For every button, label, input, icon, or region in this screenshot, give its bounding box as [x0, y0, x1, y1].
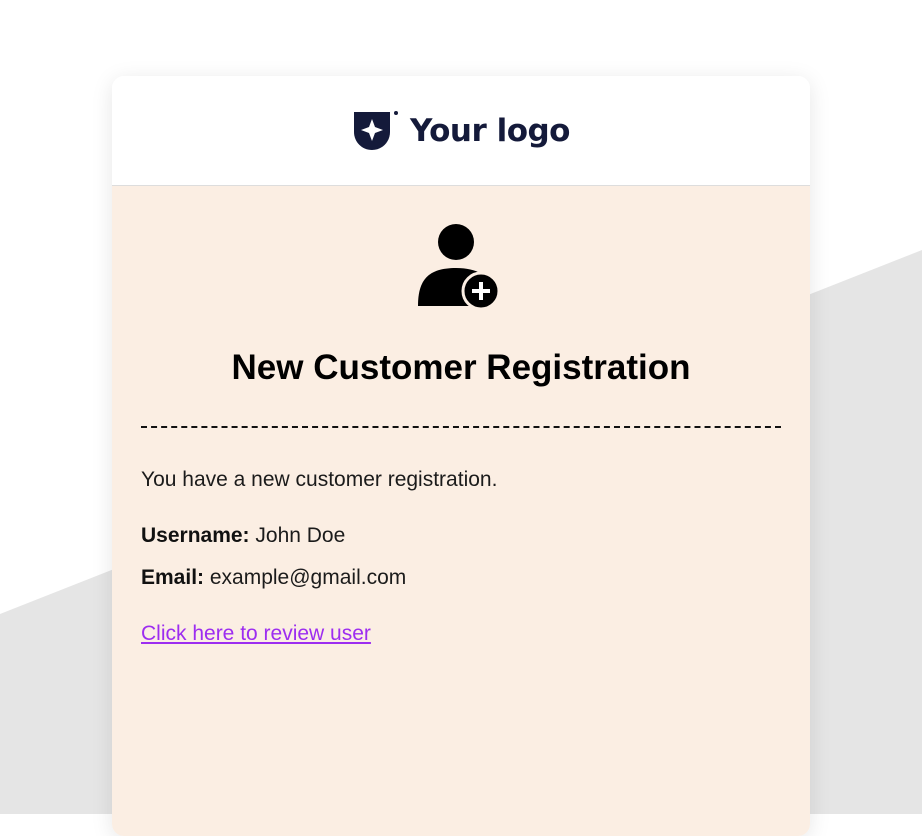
username-value: John Doe — [255, 524, 346, 547]
email-value: example@gmail.com — [209, 566, 407, 589]
email-body: New Customer Registration You have a new… — [112, 186, 810, 836]
email-title: New Customer Registration — [231, 348, 691, 387]
user-add-icon — [418, 224, 501, 311]
email-header: Your logo — [112, 76, 810, 186]
dashed-divider — [141, 426, 781, 428]
logo-text: Your logo — [410, 112, 570, 149]
username-label: Username: — [141, 524, 256, 547]
email-label: Email: — [141, 566, 210, 589]
intro-text: You have a new customer registration. — [141, 468, 498, 491]
email-row: Email: example@gmail.com — [141, 564, 781, 592]
logo: Your logo — [352, 110, 570, 152]
email-card: Your logo New Customer Registration You … — [112, 76, 810, 836]
shield-sparkle-icon — [354, 110, 399, 150]
username-row: Username: John Doe — [141, 522, 781, 550]
review-user-link[interactable]: Click here to review user — [141, 620, 371, 648]
user-icon-container — [141, 186, 781, 312]
